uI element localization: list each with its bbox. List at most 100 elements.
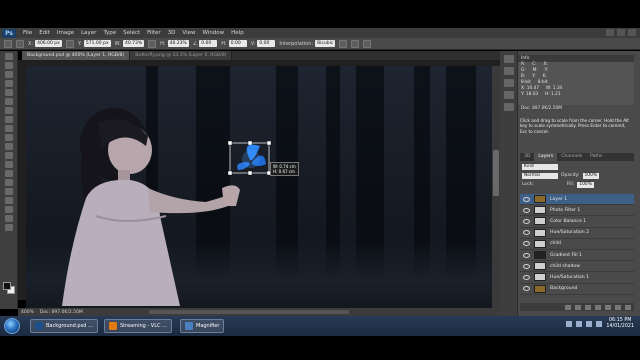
layer-row[interactable]: child shadow [520, 261, 634, 273]
properties-panel-icon[interactable] [504, 67, 514, 75]
visibility-eye-icon[interactable] [523, 196, 530, 202]
new-layer-icon[interactable] [615, 304, 621, 310]
shape-tool-icon[interactable] [5, 206, 13, 213]
menu-edit[interactable]: Edit [39, 30, 50, 36]
clock[interactable]: 06:15 PM 14/01/2021 [606, 318, 634, 330]
volume-icon[interactable] [586, 321, 593, 327]
history-brush-tool-icon[interactable] [5, 134, 13, 141]
x-field[interactable]: 406.00 px [35, 40, 62, 47]
tab-butterfly-png[interactable]: Butterfly.png @ 33.3% (Layer 0, RGB/8) [130, 51, 233, 60]
visibility-eye-icon[interactable] [523, 274, 530, 280]
tab-channels[interactable]: Channels [557, 153, 586, 161]
layer-row[interactable]: Color Balance 1 [520, 216, 634, 228]
w-field[interactable]: 40.73% [122, 40, 145, 47]
reference-point-icon[interactable] [16, 39, 24, 48]
layer-row[interactable]: Layer 1 [520, 194, 634, 206]
close-icon[interactable] [628, 29, 636, 36]
menu-image[interactable]: Image [57, 30, 74, 36]
fill-field[interactable]: 100% [577, 181, 594, 188]
opacity-field[interactable]: 100% [582, 172, 600, 179]
h-field[interactable]: 40.23% [167, 40, 189, 47]
tab-layers[interactable]: Layers [534, 153, 558, 161]
vertical-scroll-thumb[interactable] [493, 150, 499, 196]
lasso-tool-icon[interactable] [5, 71, 13, 78]
maximize-icon[interactable] [617, 29, 625, 36]
interpolation-select[interactable]: Bicubic [315, 40, 336, 47]
eraser-tool-icon[interactable] [5, 143, 13, 150]
network-icon[interactable] [576, 321, 583, 327]
commit-transform-icon[interactable] [363, 39, 372, 48]
angle-field[interactable]: 0.00 [199, 40, 218, 47]
new-group-icon[interactable] [605, 304, 611, 310]
tab-paths[interactable]: Paths [586, 153, 606, 161]
menu-filter[interactable]: Filter [147, 30, 161, 36]
hand-tool-icon[interactable] [5, 215, 13, 222]
menu-help[interactable]: Help [231, 30, 244, 36]
menu-3d[interactable]: 3D [168, 30, 176, 36]
warp-icon[interactable] [339, 39, 348, 48]
horizontal-scrollbar[interactable] [148, 310, 349, 314]
minimize-icon[interactable] [606, 29, 614, 36]
info-panel-title[interactable]: Info [518, 55, 634, 62]
crop-tool-icon[interactable] [5, 89, 13, 96]
adjustments-panel-icon[interactable] [504, 79, 514, 87]
link-icon[interactable] [148, 39, 157, 48]
adjustment-layer-icon[interactable] [595, 304, 601, 310]
type-tool-icon[interactable] [5, 188, 13, 195]
menu-view[interactable]: View [182, 30, 195, 36]
layer-row[interactable]: Gradient Fill 1 [520, 250, 634, 262]
taskbar-button-photoshop[interactable]: Background.psd ... [30, 319, 98, 333]
vskew-field[interactable]: 0.00 [257, 40, 276, 47]
quick-select-tool-icon[interactable] [5, 80, 13, 87]
menu-file[interactable]: File [23, 30, 32, 36]
layer-row[interactable]: Photo Filter 1 [520, 205, 634, 217]
foreground-color-swatch[interactable] [3, 282, 11, 290]
cancel-transform-icon[interactable] [351, 39, 360, 48]
menu-layer[interactable]: Layer [81, 30, 96, 36]
blur-tool-icon[interactable] [5, 161, 13, 168]
delete-layer-icon[interactable] [625, 304, 631, 310]
menu-select[interactable]: Select [123, 30, 140, 36]
tool-preset-icon[interactable] [4, 39, 12, 48]
tray-arrow-icon[interactable] [566, 321, 573, 327]
layer-row[interactable]: Background [520, 284, 634, 295]
layer-row[interactable]: Hue/Saturation 1 [520, 272, 634, 284]
marquee-tool-icon[interactable] [5, 62, 13, 69]
link-layers-icon[interactable] [565, 304, 571, 310]
visibility-eye-icon[interactable] [523, 263, 530, 269]
taskbar-button-magnifier[interactable]: Magnifier [180, 319, 225, 333]
app-logo[interactable]: Ps [2, 28, 16, 38]
gradient-tool-icon[interactable] [5, 152, 13, 159]
menu-type[interactable]: Type [103, 30, 116, 36]
layer-row[interactable]: child [520, 239, 634, 250]
layer-row[interactable]: Hue/Saturation 2 [520, 228, 634, 239]
hskew-field[interactable]: 0.00 [228, 40, 247, 47]
visibility-eye-icon[interactable] [523, 241, 530, 247]
healing-tool-icon[interactable] [5, 107, 13, 114]
layer-style-icon[interactable] [575, 304, 581, 310]
visibility-eye-icon[interactable] [523, 218, 530, 224]
dodge-tool-icon[interactable] [5, 170, 13, 177]
zoom-tool-icon[interactable] [5, 224, 13, 231]
taskbar-button-vlc[interactable]: Streaming - VLC ... [104, 319, 172, 333]
tab-3d[interactable]: 3D [520, 153, 534, 161]
visibility-eye-icon[interactable] [523, 252, 530, 258]
eyedropper-tool-icon[interactable] [5, 98, 13, 105]
paragraph-panel-icon[interactable] [504, 103, 514, 111]
history-panel-icon[interactable] [504, 55, 514, 63]
blend-mode-select[interactable]: Normal [522, 172, 558, 179]
path-select-tool-icon[interactable] [5, 197, 13, 204]
visibility-eye-icon[interactable] [523, 286, 530, 292]
relative-position-icon[interactable] [65, 39, 74, 48]
start-button[interactable] [4, 318, 20, 334]
menu-window[interactable]: Window [202, 30, 224, 36]
layer-mask-icon[interactable] [585, 304, 591, 310]
kind-filter-select[interactable]: Kind [522, 163, 558, 170]
move-tool-icon[interactable] [5, 53, 13, 60]
pen-tool-icon[interactable] [5, 179, 13, 186]
tab-background-psd[interactable]: Background.psd @ 400% (Layer 1, RGB/8) [22, 51, 131, 60]
brush-tool-icon[interactable] [5, 116, 13, 123]
clone-stamp-tool-icon[interactable] [5, 125, 13, 132]
document-canvas[interactable]: W: 0.74 cm H: 0.67 cm [26, 66, 492, 308]
character-panel-icon[interactable] [504, 91, 514, 99]
